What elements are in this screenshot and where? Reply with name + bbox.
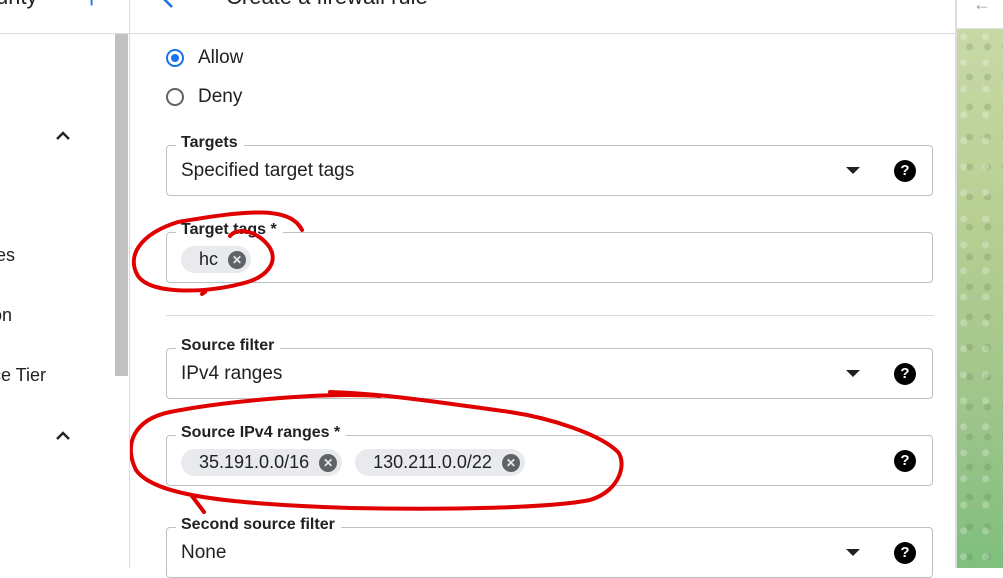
range-chip: 35.191.0.0/16 ✕ — [181, 449, 343, 476]
radio-label-deny: Deny — [198, 86, 243, 107]
target-tags-label: Target tags * — [176, 221, 283, 239]
chip-text: 130.211.0.0/22 — [373, 452, 492, 472]
nav-item-policies[interactable]: ies — [0, 245, 15, 266]
chip-remove-icon[interactable]: ✕ — [501, 453, 520, 472]
target-tags-chips: hc ✕ — [181, 246, 252, 273]
radio-button-allow[interactable] — [166, 49, 184, 67]
nav-scrollbar[interactable] — [115, 34, 128, 376]
nav-header: urity + — [0, 0, 129, 34]
dropdown-arrow-icon[interactable] — [846, 549, 860, 556]
radio-allow[interactable]: Allow — [166, 46, 243, 70]
dropdown-arrow-icon[interactable] — [846, 167, 860, 174]
source-filter-value: IPv4 ranges — [181, 363, 283, 384]
second-source-filter-value: None — [181, 542, 227, 563]
left-navigation: urity + ies on ce Tier — [0, 0, 130, 568]
targets-label: Targets — [176, 134, 244, 152]
help-icon[interactable]: ? — [894, 363, 916, 385]
help-icon[interactable]: ? — [894, 450, 916, 472]
chip-remove-icon[interactable]: ✕ — [228, 250, 247, 269]
range-chip: 130.211.0.0/22 ✕ — [355, 449, 525, 476]
right-strip-header: ← — [957, 0, 1003, 29]
radio-deny[interactable]: Deny — [166, 85, 242, 109]
nav-item-protection[interactable]: on — [0, 305, 12, 326]
target-tags-field[interactable]: Target tags * hc ✕ — [166, 221, 933, 283]
nav-item-service-tier[interactable]: ce Tier — [0, 365, 46, 386]
second-source-filter-select[interactable]: Second source filter None ? — [166, 516, 933, 578]
wallpaper-background — [957, 29, 1003, 568]
page-title: Create a firewall rule — [226, 0, 428, 10]
source-ranges-chips: 35.191.0.0/16 ✕ 130.211.0.0/22 ✕ — [181, 449, 525, 476]
radio-button-deny[interactable] — [166, 88, 184, 106]
dropdown-arrow-icon[interactable] — [846, 370, 860, 377]
targets-select[interactable]: Targets Specified target tags ? — [166, 134, 933, 196]
source-ipv4-ranges-field[interactable]: Source IPv4 ranges * 35.191.0.0/16 ✕ 130… — [166, 424, 933, 486]
chevron-up-icon[interactable] — [53, 126, 73, 146]
firewall-rule-panel: Create a firewall rule Allow Deny Target… — [130, 0, 956, 578]
back-arrow-icon[interactable]: ← — [973, 0, 991, 15]
back-arrow-icon[interactable] — [160, 0, 178, 9]
chip-remove-icon[interactable]: ✕ — [319, 453, 338, 472]
tag-chip: hc ✕ — [181, 246, 252, 273]
source-filter-select[interactable]: Source filter IPv4 ranges ? — [166, 337, 933, 399]
targets-value: Specified target tags — [181, 160, 355, 181]
panel-header: Create a firewall rule — [130, 0, 956, 34]
source-ipv4-ranges-label: Source IPv4 ranges * — [176, 424, 347, 442]
source-filter-label: Source filter — [176, 337, 281, 355]
add-icon[interactable]: + — [84, 0, 99, 12]
help-icon[interactable]: ? — [894, 542, 916, 564]
radio-label-allow: Allow — [198, 47, 244, 68]
chip-text: 35.191.0.0/16 — [199, 452, 310, 472]
help-icon[interactable]: ? — [894, 160, 916, 182]
second-source-filter-label: Second source filter — [176, 516, 341, 534]
chevron-up-icon[interactable] — [53, 426, 73, 446]
right-side-strip: ← — [956, 0, 1003, 568]
chip-text: hc — [199, 249, 219, 269]
section-divider — [166, 315, 934, 316]
nav-title: urity — [0, 0, 38, 10]
